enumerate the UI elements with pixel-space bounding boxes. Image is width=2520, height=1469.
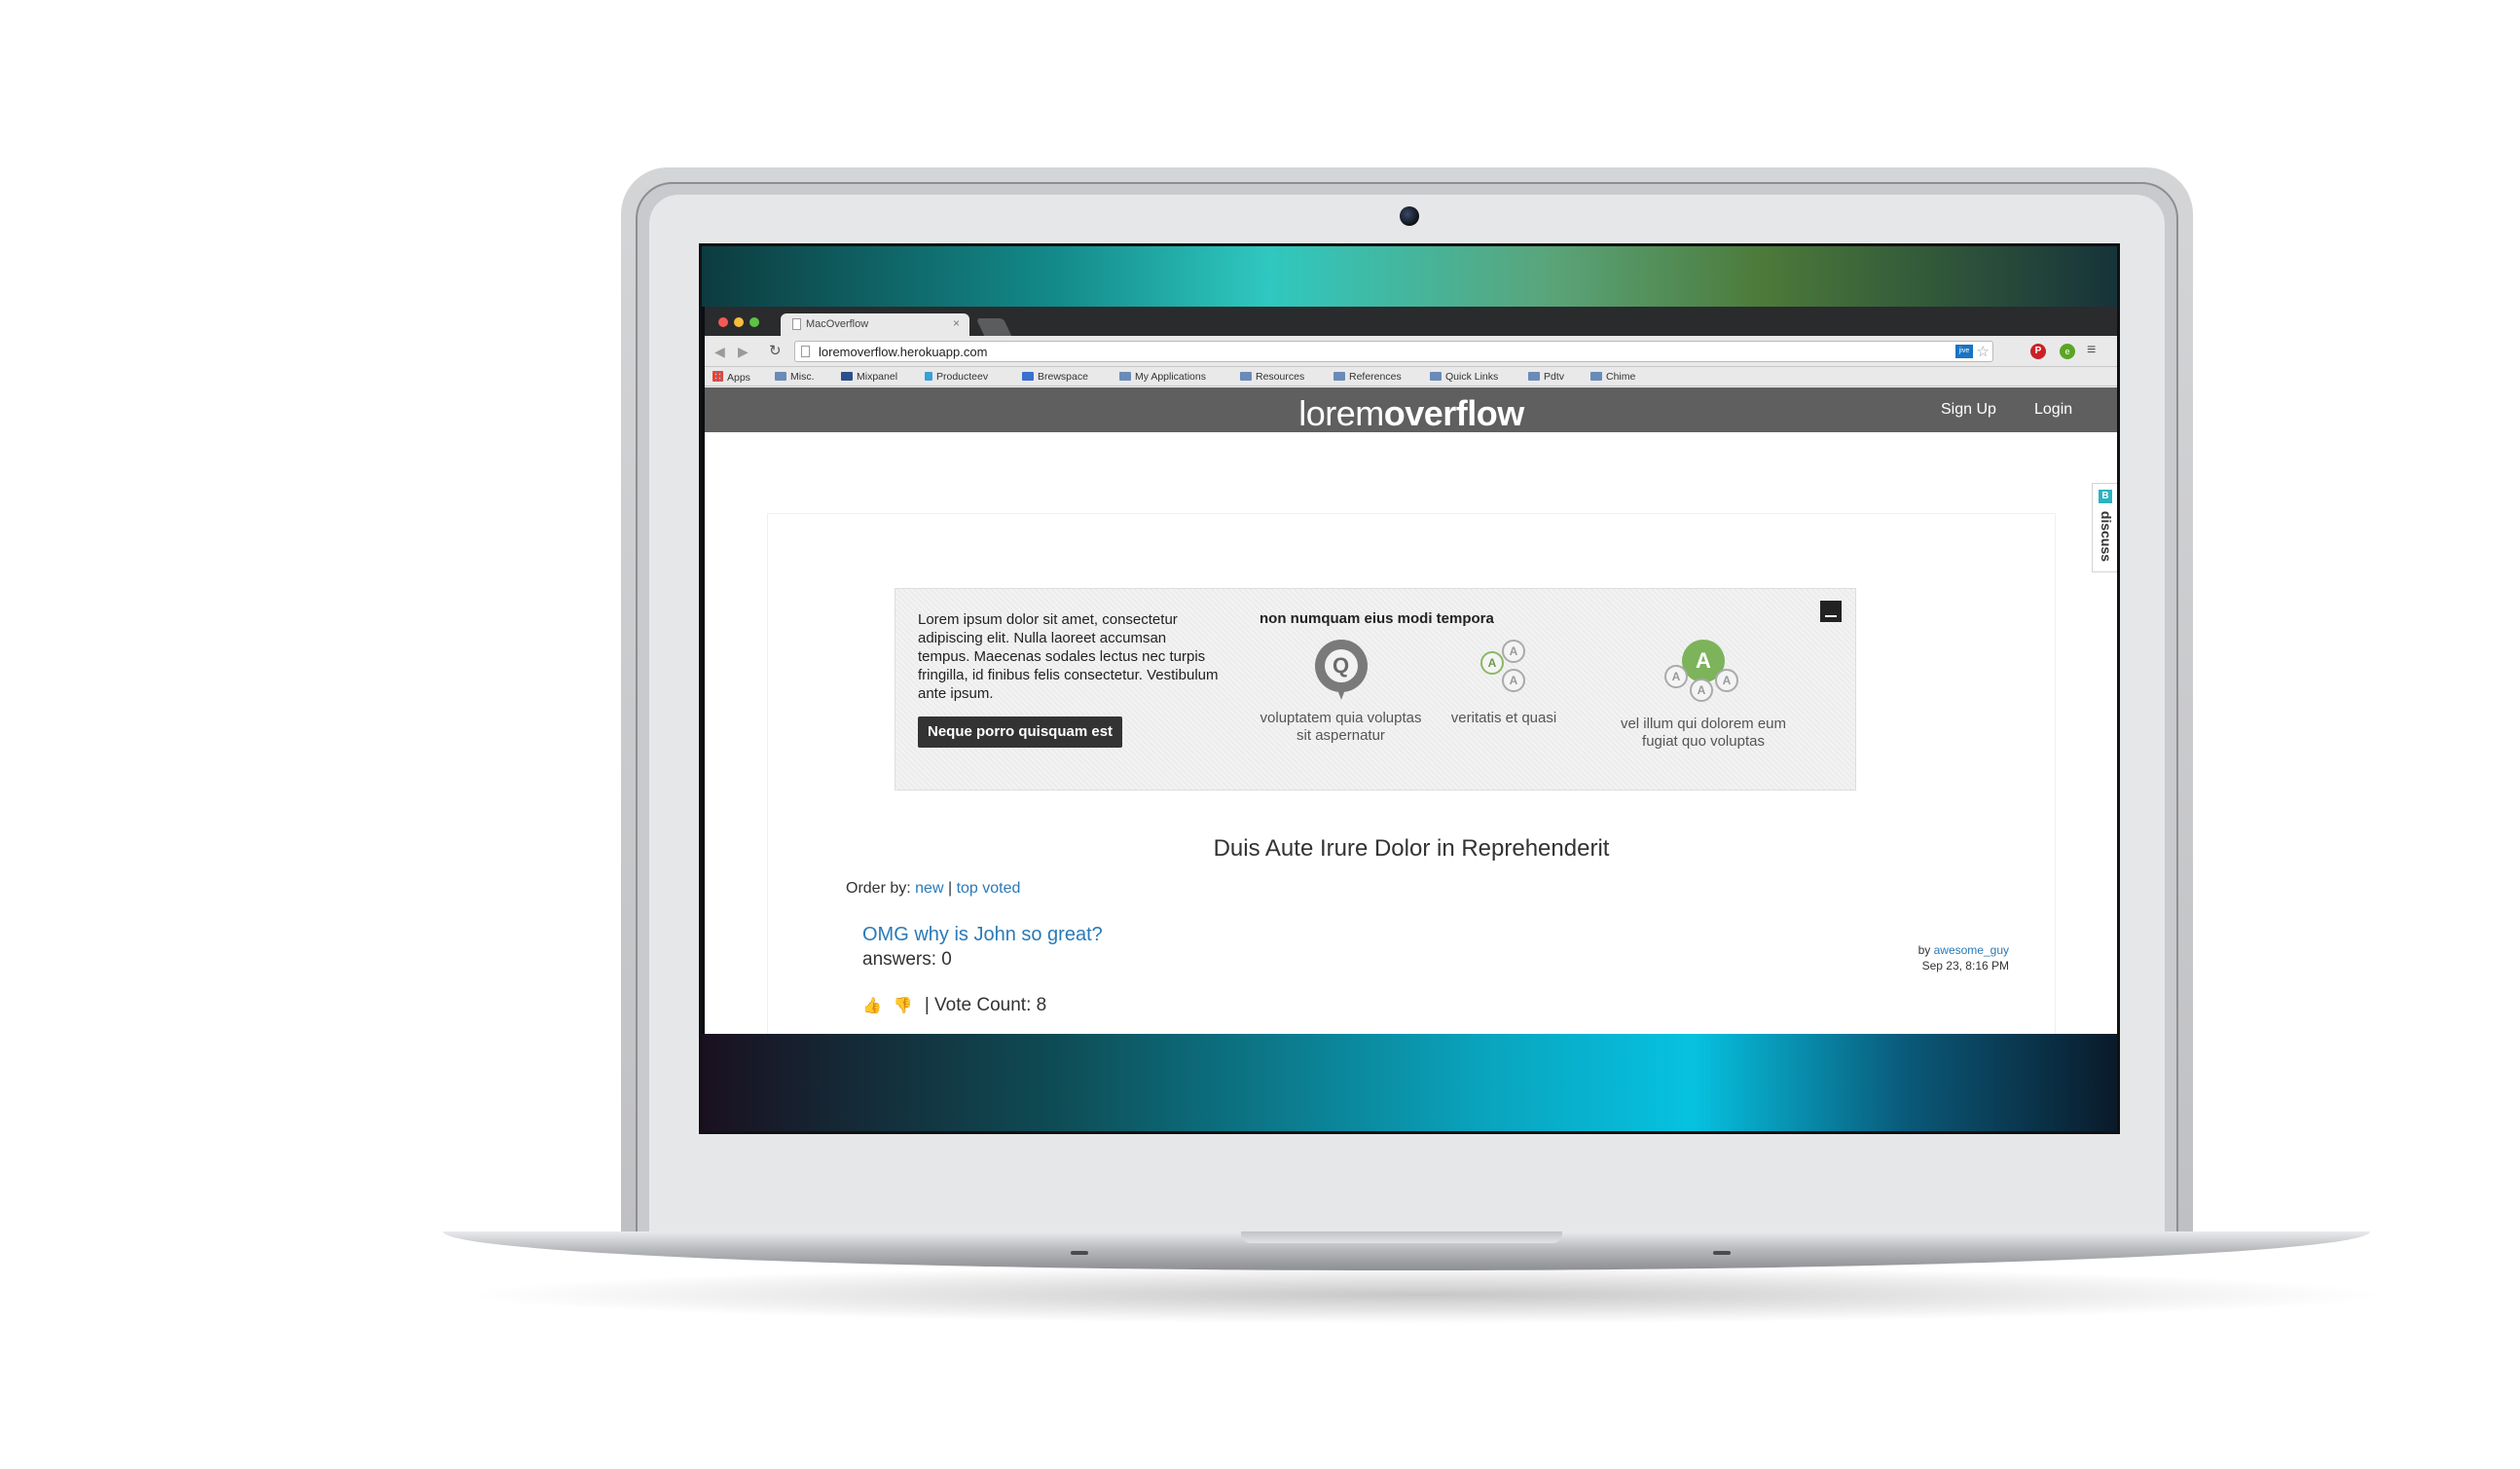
camera-icon bbox=[1400, 206, 1419, 226]
order-by-label: Order by: bbox=[846, 880, 911, 897]
reload-icon[interactable]: ↻ bbox=[769, 342, 782, 359]
url-text[interactable]: loremoverflow.herokuapp.com bbox=[819, 345, 987, 359]
bookmark-my-applications[interactable]: My Applications bbox=[1119, 371, 1206, 383]
question-date: Sep 23, 8:16 PM bbox=[1921, 959, 2009, 973]
forward-arrow-icon[interactable]: ▶ bbox=[738, 344, 749, 360]
evernote-extension-icon[interactable]: e bbox=[2060, 344, 2075, 359]
question-author: by awesome_guy bbox=[1917, 943, 2009, 957]
laptop-foot bbox=[1713, 1251, 1731, 1255]
bookmark-quick-links[interactable]: Quick Links bbox=[1430, 371, 1498, 383]
producteev-icon bbox=[925, 372, 932, 381]
intro-heading: non numquam eius modi tempora bbox=[1260, 610, 1494, 627]
intro-text: Lorem ipsum dolor sit amet, consectetur … bbox=[918, 611, 1219, 702]
new-tab-button[interactable] bbox=[975, 318, 1012, 336]
page-icon bbox=[792, 318, 801, 330]
bookmark-pdtv[interactable]: Pdtv bbox=[1528, 371, 1564, 383]
logo-light-text: lorem bbox=[1298, 393, 1384, 433]
order-separator: | bbox=[947, 880, 953, 897]
minimize-panel-icon[interactable] bbox=[1820, 601, 1842, 622]
desktop-wallpaper-bottom bbox=[702, 1034, 2117, 1131]
laptop-foot bbox=[1071, 1251, 1088, 1255]
feature-caption: veritatis et quasi bbox=[1450, 710, 1557, 726]
tab-bar: MacOverflow × bbox=[705, 307, 2117, 336]
browser-toolbar: ◀ ▶ ↻ loremoverflow.herokuapp.com jive ☆… bbox=[705, 336, 2117, 367]
site-header: loremoverflow Sign Up Login bbox=[705, 387, 2117, 434]
folder-icon bbox=[1590, 372, 1602, 381]
order-top-voted-link[interactable]: top voted bbox=[957, 880, 1021, 897]
bookmark-brewspace[interactable]: Brewspace bbox=[1022, 371, 1088, 383]
folder-icon bbox=[1240, 372, 1252, 381]
thumbs-down-icon[interactable]: 👎 bbox=[894, 996, 913, 1015]
discuss-badge-icon: B bbox=[2099, 490, 2112, 503]
answers-icon: A A A bbox=[1475, 640, 1533, 702]
mixpanel-icon bbox=[841, 372, 853, 381]
feature-answer: A A A veritatis et quasi bbox=[1431, 640, 1577, 727]
laptop-shadow bbox=[457, 1266, 2394, 1324]
desktop-wallpaper bbox=[702, 246, 2117, 307]
section-title: Duis Aute Irure Dolor in Reprehenderit bbox=[1213, 835, 1610, 862]
folder-icon bbox=[1430, 372, 1442, 381]
bookmarks-bar: Apps Misc. Mixpanel Producteev Brewspace… bbox=[705, 367, 2117, 386]
site-logo[interactable]: loremoverflow bbox=[705, 393, 2117, 434]
screen: MacOverflow × ◀ ▶ ↻ loremoverflow.heroku… bbox=[699, 243, 2120, 1134]
close-tab-icon[interactable]: × bbox=[953, 316, 960, 330]
page-icon bbox=[801, 346, 810, 357]
bookmark-apps[interactable]: Apps bbox=[712, 371, 750, 384]
address-bar[interactable]: loremoverflow.herokuapp.com jive ☆ bbox=[794, 341, 1993, 362]
brewspace-icon bbox=[1022, 372, 1034, 381]
discuss-label: discuss bbox=[2099, 510, 2114, 563]
page-body: B discuss Lorem ipsum dolor sit amet, co… bbox=[705, 432, 2117, 1042]
vote-count: | Vote Count: 8 bbox=[924, 995, 1047, 1015]
browser-tab[interactable]: MacOverflow × bbox=[781, 313, 969, 336]
folder-icon bbox=[775, 372, 786, 381]
minimize-window-button[interactable] bbox=[734, 317, 744, 327]
bookmark-chime[interactable]: Chime bbox=[1590, 371, 1635, 383]
discuss-tab[interactable]: B discuss bbox=[2092, 483, 2117, 572]
folder-icon bbox=[1333, 372, 1345, 381]
vote-row: 👍 👎 | Vote Count: 8 bbox=[862, 995, 1046, 1016]
bookmark-mixpanel[interactable]: Mixpanel bbox=[841, 371, 897, 383]
bookmark-misc[interactable]: Misc. bbox=[775, 371, 815, 383]
order-by: Order by: new | top voted bbox=[846, 880, 1020, 898]
feature-accept: A A A A vel illum qui dolorem eum fugiat… bbox=[1606, 640, 1801, 751]
bookmark-producteev[interactable]: Producteev bbox=[925, 371, 988, 383]
feature-caption: vel illum qui dolorem eum fugiat quo vol… bbox=[1620, 716, 1787, 750]
feature-ask: Q voluptatem quia voluptas sit aspernatu… bbox=[1256, 640, 1426, 745]
laptop-hinge-notch bbox=[1241, 1231, 1562, 1243]
folder-icon bbox=[1119, 372, 1131, 381]
bookmark-references[interactable]: References bbox=[1333, 371, 1402, 383]
question-title-link[interactable]: OMG why is John so great? bbox=[862, 924, 1103, 946]
question-bubble-icon: Q bbox=[1314, 640, 1368, 702]
hamburger-menu-icon[interactable]: ≡ bbox=[2087, 342, 2096, 359]
tab-title: MacOverflow bbox=[806, 318, 869, 330]
accepted-answer-icon: A A A A bbox=[1664, 640, 1742, 708]
logo-bold-text: overflow bbox=[1383, 393, 1525, 433]
login-link[interactable]: Login bbox=[2034, 401, 2072, 419]
bookmark-star-icon[interactable]: ☆ bbox=[1977, 343, 1990, 360]
sign-up-link[interactable]: Sign Up bbox=[1941, 401, 1996, 419]
close-window-button[interactable] bbox=[718, 317, 728, 327]
answers-count: answers: 0 bbox=[862, 949, 952, 970]
intro-panel: Lorem ipsum dolor sit amet, consectetur … bbox=[895, 588, 1856, 790]
feature-caption: voluptatem quia voluptas sit aspernatur bbox=[1260, 710, 1422, 744]
bookmark-resources[interactable]: Resources bbox=[1240, 371, 1304, 383]
intro-cta-button[interactable]: Neque porro quisquam est bbox=[918, 716, 1123, 748]
pinterest-extension-icon[interactable]: P bbox=[2030, 344, 2046, 359]
back-arrow-icon[interactable]: ◀ bbox=[714, 344, 725, 360]
jive-extension-icon[interactable]: jive bbox=[1955, 345, 1973, 358]
folder-icon bbox=[1528, 372, 1540, 381]
author-link[interactable]: awesome_guy bbox=[1934, 943, 2009, 957]
thumbs-up-icon[interactable]: 👍 bbox=[862, 996, 882, 1015]
order-new-link[interactable]: new bbox=[915, 880, 943, 897]
zoom-window-button[interactable] bbox=[749, 317, 759, 327]
browser-window: MacOverflow × ◀ ▶ ↻ loremoverflow.heroku… bbox=[705, 307, 2117, 1042]
apps-grid-icon bbox=[712, 371, 723, 382]
